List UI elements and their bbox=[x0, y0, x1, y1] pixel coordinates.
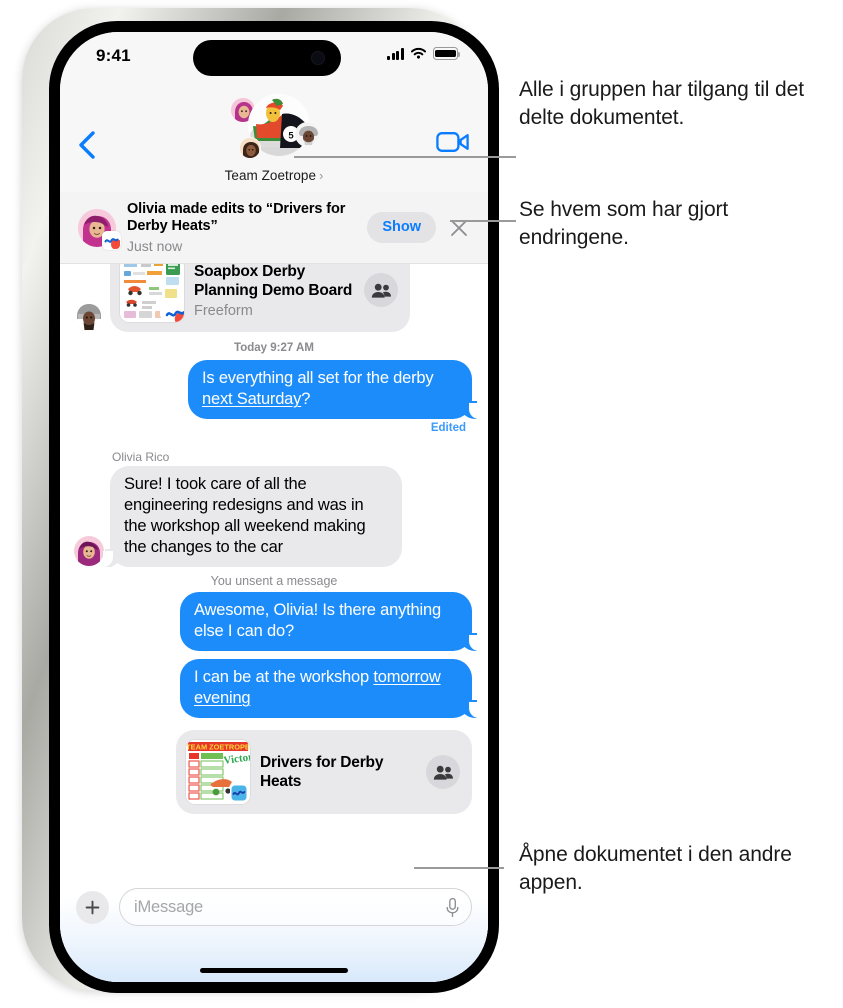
link-card-thumbnail: TEAM ZOETROPE Victory! bbox=[186, 740, 250, 804]
message-bubble-outgoing[interactable]: I can be at the workshop tomorrow evenin… bbox=[180, 659, 479, 718]
system-message-unsent: You unsent a message bbox=[210, 574, 338, 588]
message-row-outgoing-1[interactable]: Is everything all set for the derby next… bbox=[60, 360, 488, 419]
microphone-icon[interactable] bbox=[445, 897, 460, 924]
callout-leader-line-2 bbox=[450, 220, 516, 222]
link-card-thumbnail bbox=[120, 264, 184, 322]
plus-icon[interactable] bbox=[76, 891, 109, 924]
status-indicators bbox=[387, 47, 461, 60]
freeform-app-icon bbox=[162, 300, 184, 322]
freeform-app-icon bbox=[102, 230, 121, 250]
svg-text:5: 5 bbox=[288, 130, 294, 141]
link-card-subtitle: Freeform bbox=[194, 302, 253, 319]
bubble-text-before: Is everything all set for the derby bbox=[202, 369, 434, 387]
bubble-text-link[interactable]: next Saturday bbox=[202, 390, 301, 408]
edited-badge: Edited bbox=[430, 422, 466, 434]
callout-text-2: Se hvem som har gjort endringene. bbox=[519, 198, 729, 249]
message-bubble-incoming[interactable]: Sure! I took care of all the engineering… bbox=[103, 466, 402, 567]
people-collaboration-icon[interactable] bbox=[364, 273, 398, 307]
avatar-member-3 bbox=[239, 137, 261, 159]
sender-name-label: Olivia Rico bbox=[112, 450, 170, 464]
show-button[interactable]: Show bbox=[367, 212, 436, 243]
bubble-text-after: ? bbox=[301, 390, 311, 408]
notification-title: Olivia made edits to “Drivers for Derby … bbox=[127, 200, 346, 235]
bubble-text-before: I can be at the workshop bbox=[194, 668, 374, 686]
link-card-info: Drivers for Derby Heats bbox=[260, 753, 416, 792]
link-card-info: Soapbox Derby Planning Demo Board Freefo… bbox=[194, 264, 354, 319]
close-notification-button[interactable] bbox=[442, 211, 476, 245]
message-row-link-card-in[interactable]: Soapbox Derby Planning Demo Board Freefo… bbox=[60, 264, 488, 332]
message-row-outgoing-2[interactable]: Awesome, Olivia! Is there anything else … bbox=[60, 592, 488, 651]
link-card-title: Soapbox Derby Planning Demo Board bbox=[194, 264, 353, 299]
group-header[interactable]: 5 Team Zoetrope › bbox=[60, 89, 488, 183]
avatar-sender-olivia bbox=[74, 536, 104, 566]
callout-leader-line-3 bbox=[414, 867, 504, 869]
screenshot-root: 9:41 5 Team Zoetrope › Olivia made edits… bbox=[0, 0, 843, 1008]
message-row-incoming-1[interactable]: Sure! I took care of all the engineering… bbox=[60, 466, 488, 567]
conversation-thread[interactable]: Soapbox Derby Planning Demo Board Freefo… bbox=[60, 264, 488, 982]
avatar-sender-knight bbox=[74, 301, 104, 331]
callout-text-1: Alle i gruppen har tilgang til det delte… bbox=[519, 78, 804, 129]
status-time: 9:41 bbox=[96, 46, 131, 65]
svg-text:TEAM ZOETROPE: TEAM ZOETROPE bbox=[186, 742, 250, 751]
group-name-label: Team Zoetrope bbox=[224, 168, 317, 183]
chevron-right-icon: › bbox=[319, 168, 324, 183]
avatar-member-2 bbox=[295, 122, 320, 147]
callout-leader-line-1 bbox=[294, 156, 516, 158]
notification-text: Olivia made edits to “Drivers for Derby … bbox=[127, 201, 367, 255]
collaboration-notification-banner[interactable]: Olivia made edits to “Drivers for Derby … bbox=[60, 192, 488, 264]
dynamic-island bbox=[193, 40, 341, 76]
message-bubble-outgoing[interactable]: Awesome, Olivia! Is there anything else … bbox=[180, 592, 479, 651]
link-card-soapbox[interactable]: Soapbox Derby Planning Demo Board Freefo… bbox=[110, 264, 410, 332]
people-collaboration-icon[interactable] bbox=[426, 755, 460, 789]
message-input-bar: iMessage bbox=[60, 878, 488, 982]
message-input-field[interactable]: iMessage bbox=[119, 888, 472, 926]
phone-screen: 9:41 5 Team Zoetrope › Olivia made edits… bbox=[60, 32, 488, 982]
link-card-title: Drivers for Derby Heats bbox=[260, 753, 384, 791]
notification-timestamp: Just now bbox=[127, 237, 183, 254]
callout-text-3: Åpne dokumentet i den andre appen. bbox=[519, 843, 792, 894]
battery-icon bbox=[433, 47, 461, 60]
nav-bar: 5 Team Zoetrope › bbox=[60, 84, 488, 200]
message-bubble-outgoing[interactable]: Is everything all set for the derby next… bbox=[188, 360, 479, 419]
message-input-placeholder: iMessage bbox=[134, 897, 204, 916]
message-row-link-card-out[interactable]: TEAM ZOETROPE Victory! Drivers for Derby… bbox=[60, 730, 488, 814]
wifi-icon bbox=[410, 47, 427, 59]
notification-avatar bbox=[78, 208, 121, 250]
message-row-outgoing-3[interactable]: I can be at the workshop tomorrow evenin… bbox=[60, 659, 488, 718]
status-bar: 9:41 bbox=[60, 32, 488, 84]
home-indicator bbox=[200, 967, 348, 973]
cellular-signal-icon bbox=[387, 47, 404, 60]
front-camera-icon bbox=[311, 51, 325, 65]
link-card-drivers[interactable]: TEAM ZOETROPE Victory! Drivers for Derby… bbox=[176, 730, 472, 814]
group-name-button[interactable]: Team Zoetrope › bbox=[225, 168, 324, 183]
message-timestamp: Today 9:27 AM bbox=[234, 342, 314, 354]
